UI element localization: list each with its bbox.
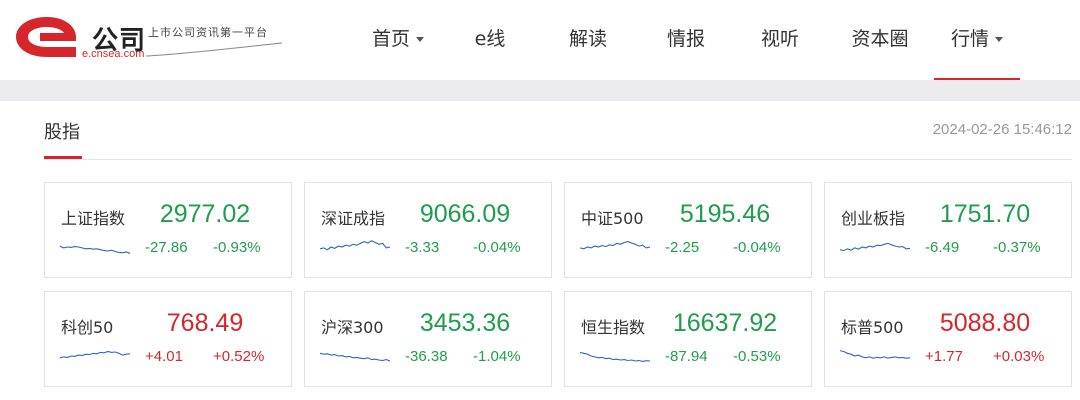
index-change-percent: -1.04% xyxy=(473,348,521,365)
index-change-percent: -0.37% xyxy=(993,239,1041,256)
nav-item-analysis[interactable]: 解读 xyxy=(558,0,618,80)
index-card[interactable]: 中证500 5195.46 -2.25 -0.04% xyxy=(564,182,812,278)
nav-item-label: e线 xyxy=(474,28,506,50)
chevron-down-icon xyxy=(416,37,424,42)
index-name: 中证500 xyxy=(581,209,644,228)
index-name: 上证指数 xyxy=(61,209,126,228)
index-change: -3.33 xyxy=(405,239,440,256)
index-name: 深证成指 xyxy=(321,209,386,228)
index-value: 5088.80 xyxy=(939,309,1031,337)
index-change-percent: -0.04% xyxy=(473,239,521,256)
index-value: 5195.46 xyxy=(679,200,771,228)
index-sparkline xyxy=(319,352,391,362)
nav-item-intel[interactable]: 情报 xyxy=(656,0,716,80)
sparkline-path xyxy=(579,351,651,362)
index-value: 9066.09 xyxy=(419,200,511,228)
index-value: 1751.70 xyxy=(939,200,1031,228)
index-name: 创业板指 xyxy=(841,209,906,228)
sparkline-path xyxy=(839,350,911,359)
index-card[interactable]: 深证成指 9066.09 -3.33 -0.04% xyxy=(304,182,552,278)
index-change: -2.25 xyxy=(665,239,700,256)
site-header: 公司 e.cnsea.com 上市公司资讯第一平台 首页 e线 解读 情报 视听… xyxy=(0,0,1080,80)
chevron-down-icon xyxy=(995,37,1003,42)
sparkline-path xyxy=(319,240,391,251)
site-logo[interactable]: 公司 e.cnsea.com 上市公司资讯第一平台 xyxy=(14,14,284,64)
nav-item-eline[interactable]: e线 xyxy=(462,0,518,80)
index-change-percent: +0.52% xyxy=(213,348,265,365)
index-card[interactable]: 标普500 5088.80 +1.77 +0.03% xyxy=(824,291,1072,387)
nav-item-label: 首页 xyxy=(371,28,410,50)
sparkline-path xyxy=(59,245,131,254)
index-name: 沪深300 xyxy=(321,318,384,337)
index-sparkline xyxy=(319,240,391,251)
logo-swoosh-graphic xyxy=(145,42,283,57)
update-timestamp: 2024-02-26 15:46:12 xyxy=(932,121,1072,138)
sparkline-path xyxy=(319,352,391,362)
index-card[interactable]: 恒生指数 16637.92 -87.94 -0.53% xyxy=(564,291,812,387)
sparkline-path xyxy=(579,241,651,250)
index-sparkline xyxy=(839,242,911,252)
section-divider xyxy=(44,159,1072,160)
index-card[interactable]: 创业板指 1751.70 -6.49 -0.37% xyxy=(824,182,1072,278)
index-change: +4.01 xyxy=(145,348,183,365)
sparkline-path xyxy=(839,242,911,252)
nav-item-market[interactable]: 行情 xyxy=(934,0,1020,80)
index-value: 2977.02 xyxy=(159,200,251,228)
sparkline-path xyxy=(59,350,131,359)
logo-slogan: 上市公司资讯第一平台 xyxy=(148,26,268,39)
index-sparkline xyxy=(59,350,131,359)
nav-item-home[interactable]: 首页 xyxy=(368,0,428,80)
nav-item-label: 视听 xyxy=(760,28,799,50)
index-value: 16637.92 xyxy=(672,309,778,337)
index-sparkline xyxy=(579,241,651,250)
nav-item-label: 资本圈 xyxy=(851,28,909,50)
index-name: 恒生指数 xyxy=(581,318,646,337)
index-change-percent: -0.04% xyxy=(733,239,781,256)
nav-item-label: 行情 xyxy=(950,28,989,50)
index-change: -36.38 xyxy=(405,348,448,365)
logo-e-icon xyxy=(16,17,76,57)
index-card[interactable]: 上证指数 2977.02 -27.86 -0.93% xyxy=(44,182,292,278)
nav-item-label: 情报 xyxy=(666,28,705,50)
index-sparkline xyxy=(579,351,651,362)
index-change-percent: -0.53% xyxy=(733,348,781,365)
index-name: 标普500 xyxy=(841,318,904,337)
index-sparkline xyxy=(59,245,131,254)
index-sparkline xyxy=(839,350,911,359)
index-change: -27.86 xyxy=(145,239,188,256)
nav-item-media[interactable]: 视听 xyxy=(750,0,810,80)
index-value: 3453.36 xyxy=(419,309,511,337)
nav-item-label: 解读 xyxy=(568,28,607,50)
index-value: 768.49 xyxy=(166,309,244,337)
index-card[interactable]: 科创50 768.49 +4.01 +0.52% xyxy=(44,291,292,387)
index-change-percent: -0.93% xyxy=(213,239,261,256)
index-change-percent: +0.03% xyxy=(993,348,1045,365)
index-change: -87.94 xyxy=(665,348,708,365)
logo-domain: e.cnsea.com xyxy=(82,48,145,60)
section-title: 股指 xyxy=(44,122,80,143)
index-change: -6.49 xyxy=(925,239,960,256)
header-divider-band xyxy=(0,80,1080,101)
index-name: 科创50 xyxy=(61,318,114,337)
index-change: +1.77 xyxy=(925,348,963,365)
nav-item-capital[interactable]: 资本圈 xyxy=(844,0,916,80)
index-card[interactable]: 沪深300 3453.36 -36.38 -1.04% xyxy=(304,291,552,387)
